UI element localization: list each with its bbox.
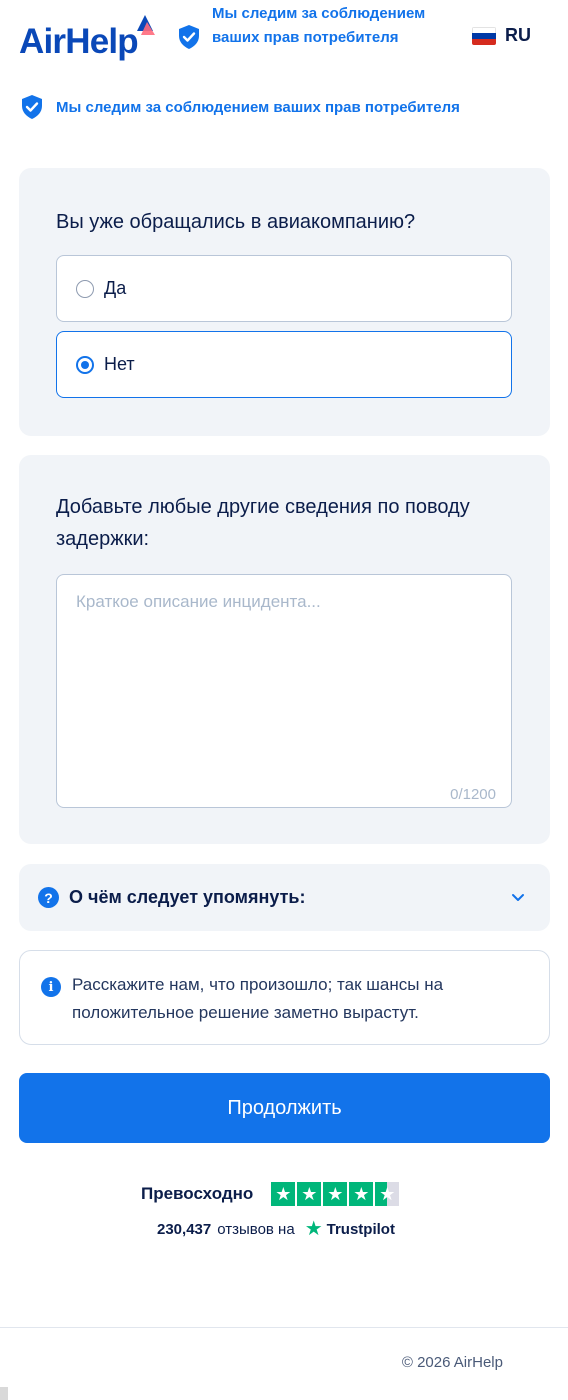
- option-yes[interactable]: Да: [56, 255, 512, 322]
- language-selector[interactable]: RU: [472, 25, 531, 46]
- character-counter: 0/1200: [450, 786, 496, 803]
- shield-check-icon: [22, 95, 42, 119]
- trustpilot-rating[interactable]: Превосходно ★ ★ ★ ★ ★: [141, 1182, 400, 1206]
- option-label: Нет: [104, 354, 135, 374]
- trustpilot-brand: Trustpilot: [326, 1220, 395, 1238]
- star-icon: ★: [323, 1182, 348, 1206]
- radio-button[interactable]: [76, 279, 94, 298]
- star-icon: ★: [297, 1182, 322, 1206]
- rating-text: Превосходно: [141, 1184, 254, 1203]
- info-text: Расскажите нам, что произошло; так шансы…: [72, 975, 444, 1022]
- review-count: 230,437: [157, 1220, 212, 1238]
- header-claim: Мы следим за соблюдением ваших прав потр…: [212, 5, 426, 46]
- description-field: 0/1200: [56, 574, 512, 808]
- radio-button-selected[interactable]: [76, 355, 94, 374]
- consumer-rights-claim: Мы следим за соблюдением ваших прав потр…: [20, 94, 460, 120]
- trustpilot-logo: ★ Trustpilot: [305, 1219, 395, 1239]
- reviews-on-text: отзывов на: [217, 1220, 295, 1238]
- logo-text: AirHelp: [19, 22, 139, 61]
- airhelp-logo[interactable]: AirHelp: [19, 15, 155, 62]
- star-icon: ★: [271, 1182, 296, 1206]
- question-title: Добавьте любые другие сведения по поводу…: [56, 496, 470, 550]
- continue-button[interactable]: Продолжить: [19, 1073, 550, 1143]
- language-label: RU: [505, 25, 531, 45]
- info-notice: i Расскажите нам, что произошло; так шан…: [19, 950, 550, 1045]
- accordion-label: О чём следует упомянуть:: [69, 887, 306, 907]
- trustpilot-star-icon: ★: [304, 1218, 323, 1240]
- option-no[interactable]: Нет: [56, 331, 512, 398]
- site-header: AirHelp Мы следим за соблюдением ваших п…: [0, 0, 568, 80]
- footer-divider: [0, 1327, 568, 1328]
- russia-flag-icon: [472, 26, 496, 45]
- delay-details-card: Добавьте любые другие сведения по поводу…: [19, 455, 550, 844]
- option-label: Да: [104, 278, 127, 298]
- what-to-mention-accordion[interactable]: ? О чём следует упомянуть:: [19, 864, 550, 931]
- star-icon: ★: [349, 1182, 374, 1206]
- chevron-down-icon: [512, 894, 524, 901]
- question-title: Вы уже обращались в авиакомпанию?: [56, 211, 416, 233]
- claim-text: Мы следим за соблюдением ваших прав потр…: [56, 98, 460, 116]
- info-icon: i: [41, 977, 61, 997]
- contacted-airline-card: Вы уже обращались в авиакомпанию? Да Нет: [19, 168, 550, 436]
- help-circle-icon: ?: [38, 887, 59, 908]
- corner-artifact: [0, 1387, 8, 1400]
- copyright: © 2026 AirHelp: [401, 1354, 503, 1371]
- shield-check-icon: [179, 25, 199, 49]
- logo-mark-icon: [137, 15, 155, 35]
- trustpilot-stars: ★ ★ ★ ★ ★: [271, 1182, 400, 1206]
- description-textarea[interactable]: [57, 575, 511, 807]
- trustpilot-reviews[interactable]: 230,437 отзывов на ★ Trustpilot: [157, 1219, 395, 1239]
- half-star-icon: ★: [375, 1182, 400, 1206]
